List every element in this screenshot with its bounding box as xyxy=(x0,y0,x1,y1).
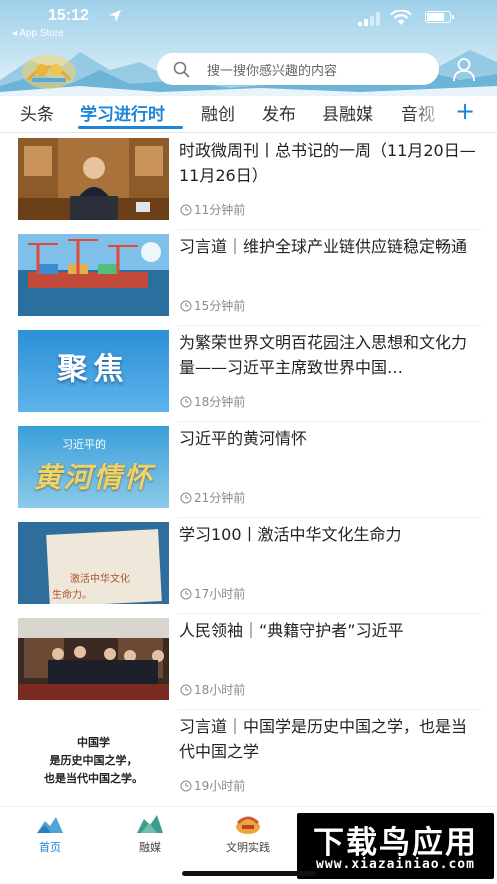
tab-fade-overlay xyxy=(410,96,450,130)
search-bar[interactable]: 搜一搜你感兴趣的内容 xyxy=(157,53,439,85)
nav-label: 文明实践 xyxy=(226,841,270,854)
news-thumbnail: 习近平的 黄河情怀 xyxy=(18,426,169,508)
news-timestamp: 18分钟前 xyxy=(180,393,245,410)
thumbnail-caption: 激活中华文化 xyxy=(70,574,130,585)
tab-rongchuang[interactable]: 融创 xyxy=(201,100,235,125)
wifi-icon xyxy=(390,10,412,25)
nav-media[interactable]: 融媒 xyxy=(110,813,190,855)
news-time-text: 11分钟前 xyxy=(194,203,246,217)
news-title: 时政微周刊丨总书记的一周（11月20日—11月26日） xyxy=(179,141,476,185)
home-icon xyxy=(37,817,63,833)
back-to-app-store-link[interactable]: ◂ App Store xyxy=(12,28,64,39)
nav-label: 首页 xyxy=(39,841,61,854)
tab-release[interactable]: 发布 xyxy=(262,100,296,125)
news-timestamp: 15分钟前 xyxy=(180,297,245,314)
news-timestamp: 18小时前 xyxy=(180,681,245,698)
news-time-text: 19小时前 xyxy=(194,779,246,793)
media-icon xyxy=(137,815,163,833)
news-timestamp: 19小时前 xyxy=(180,777,245,794)
news-thumbnail xyxy=(18,618,169,700)
nav-civilization[interactable]: 文明实践 xyxy=(208,813,288,855)
thumbnail-line-1: 中国学 xyxy=(77,736,110,749)
news-item[interactable]: 激活中华文化 生命力。 学习100丨激活中华文化生命力 17小时前 xyxy=(0,518,497,614)
news-timestamp: 21分钟前 xyxy=(180,489,245,506)
news-timestamp: 11分钟前 xyxy=(180,201,245,218)
tab-learning[interactable]: 学习进行时 xyxy=(80,100,165,125)
news-thumbnail: 聚焦 xyxy=(18,330,169,412)
watermark-logo: 下载鸟应用 www.xiazainiao.com xyxy=(297,813,494,879)
news-thumbnail xyxy=(18,234,169,316)
thumbnail-subcaption: 习近平的 xyxy=(62,438,106,451)
user-profile-icon[interactable] xyxy=(451,56,477,82)
clock-icon xyxy=(180,492,192,504)
clock-icon xyxy=(180,396,192,408)
news-thumbnail: 激活中华文化 生命力。 xyxy=(18,522,169,604)
app-header: 15:12 ◂ App Store 搜一搜你感兴趣的内容 xyxy=(0,0,497,96)
news-title: 人民领袖｜“典籍守护者”习近平 xyxy=(179,621,404,640)
news-item[interactable]: 聚焦 为繁荣世界文明百花园注入思想和文化力量——习近平主席致世界中国… 18分钟… xyxy=(0,326,497,422)
news-title: 为繁荣世界文明百花园注入思想和文化力量——习近平主席致世界中国… xyxy=(179,333,468,377)
news-item[interactable]: 时政微周刊丨总书记的一周（11月20日—11月26日） 11分钟前 xyxy=(0,134,497,230)
clock-icon xyxy=(180,588,192,600)
news-title: 习言道｜中国学是历史中国之学，也是当代中国之学 xyxy=(179,717,468,761)
clock-icon xyxy=(180,684,192,696)
thumbnail-line-3: 也是当代中国之学。 xyxy=(44,772,143,785)
home-indicator xyxy=(182,871,316,876)
clock-icon xyxy=(180,204,192,216)
nav-home[interactable]: 首页 xyxy=(10,813,90,855)
clock-icon xyxy=(180,300,192,312)
thumbnail-caption: 聚焦 xyxy=(57,352,130,387)
thumbnail-caption: 黄河情怀 xyxy=(33,461,154,494)
tab-headlines[interactable]: 头条 xyxy=(20,100,54,125)
news-timestamp: 17小时前 xyxy=(180,585,245,602)
news-item[interactable]: 中国学 是历史中国之学， 也是当代中国之学。 习言道｜中国学是历史中国之学，也是… xyxy=(0,710,497,806)
active-tab-indicator xyxy=(78,126,183,129)
news-item[interactable]: 习近平的 黄河情怀 习近平的黄河情怀 21分钟前 xyxy=(0,422,497,518)
news-time-text: 18分钟前 xyxy=(194,395,246,409)
location-arrow-icon xyxy=(109,10,121,22)
app-logo xyxy=(22,55,76,89)
cellular-signal-icon xyxy=(358,12,380,26)
watermark-main-text: 下载鸟应用 xyxy=(313,825,478,861)
news-title: 学习100丨激活中华文化生命力 xyxy=(179,525,402,544)
news-time-text: 18小时前 xyxy=(194,683,246,697)
news-item[interactable]: 习言道｜维护全球产业链供应链稳定畅通 15分钟前 xyxy=(0,230,497,326)
search-placeholder: 搜一搜你感兴趣的内容 xyxy=(207,64,338,79)
news-title: 习近平的黄河情怀 xyxy=(179,429,308,448)
news-time-text: 17小时前 xyxy=(194,587,246,601)
watermark-url-text: www.xiazainiao.com xyxy=(316,857,475,872)
battery-icon xyxy=(425,11,454,23)
news-time-text: 15分钟前 xyxy=(194,299,246,313)
nav-label: 融媒 xyxy=(139,841,161,854)
thumbnail-line-2: 是历史中国之学， xyxy=(49,754,138,767)
status-time: 15:12 xyxy=(48,7,89,24)
add-channel-button[interactable]: + xyxy=(455,97,475,125)
news-time-text: 21分钟前 xyxy=(194,491,246,505)
clock-icon xyxy=(180,780,192,792)
search-icon xyxy=(173,61,190,78)
category-tabs: 头条 学习进行时 融创 发布 县融媒 音视 + xyxy=(0,96,497,133)
thumbnail-caption-2: 生命力。 xyxy=(52,590,92,601)
civilization-icon xyxy=(236,816,260,834)
news-item[interactable]: 人民领袖｜“典籍守护者”习近平 18小时前 xyxy=(0,614,497,710)
tab-county-media[interactable]: 县融媒 xyxy=(322,100,373,125)
news-thumbnail xyxy=(18,138,169,220)
news-title: 习言道｜维护全球产业链供应链稳定畅通 xyxy=(179,237,468,256)
news-thumbnail: 中国学 是历史中国之学， 也是当代中国之学。 xyxy=(18,714,169,796)
